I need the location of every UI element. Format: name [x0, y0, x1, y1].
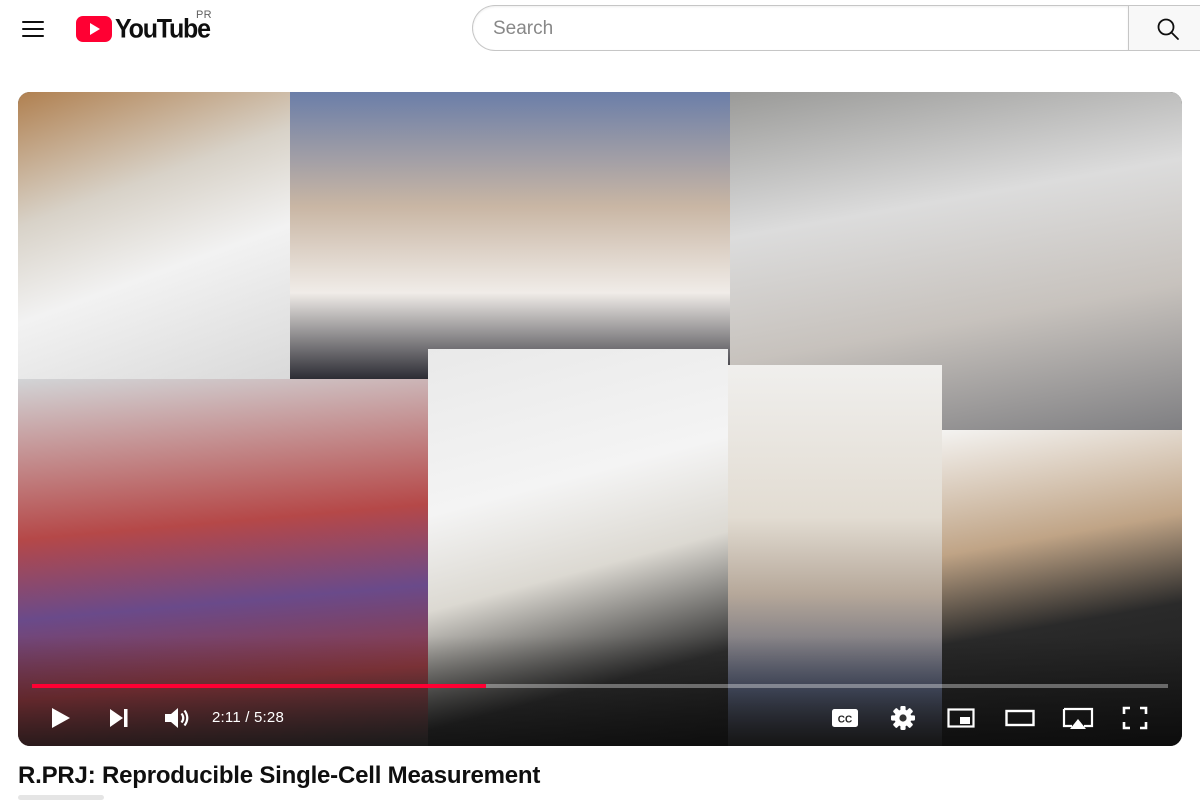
video-title: R.PRJ: Reproducible Single-Cell Measurem…: [18, 762, 541, 789]
cast-button[interactable]: [1060, 700, 1096, 736]
search-button[interactable]: [1128, 5, 1200, 51]
theater-icon: [1005, 709, 1035, 727]
search-input[interactable]: [473, 6, 1095, 52]
youtube-play-logo-icon: [76, 16, 112, 42]
video-player[interactable]: 2:11 / 5:28 CC: [18, 92, 1182, 746]
progress-fill: [32, 684, 487, 688]
play-icon: [52, 708, 70, 728]
hamburger-menu-icon[interactable]: [14, 12, 52, 46]
settings-icon: [891, 706, 915, 730]
svg-text:CC: CC: [838, 715, 852, 726]
miniplayer-icon: [947, 708, 975, 728]
cast-icon: [1062, 707, 1094, 729]
duration: 5:28: [254, 709, 284, 726]
next-icon: [110, 709, 128, 727]
progress-bar[interactable]: [32, 684, 1168, 688]
masthead: YouTube PR: [0, 0, 1200, 60]
volume-icon: [165, 708, 189, 728]
country-code: PR: [196, 9, 212, 21]
miniplayer-button[interactable]: [944, 700, 978, 736]
player-controls: 2:11 / 5:28 CC: [18, 692, 1182, 746]
fullscreen-button[interactable]: [1118, 700, 1152, 736]
settings-button[interactable]: [886, 700, 920, 736]
video-frame-lab-pipetting: [18, 92, 290, 379]
fullscreen-icon: [1122, 706, 1148, 730]
time-display: 2:11 / 5:28: [212, 709, 284, 726]
video-frame-three-students: [290, 92, 730, 379]
search-icon: [1157, 18, 1179, 40]
search-box: [472, 5, 1128, 52]
title-underline-placeholder: [18, 795, 104, 800]
theater-mode-button[interactable]: [1002, 700, 1038, 736]
captions-icon: CC: [832, 709, 858, 727]
next-button[interactable]: [104, 700, 134, 736]
mute-button[interactable]: [160, 700, 194, 736]
current-time: 2:11: [212, 709, 241, 726]
time-separator: /: [240, 709, 254, 726]
subtitles-button[interactable]: CC: [828, 700, 862, 736]
youtube-logo[interactable]: YouTube: [76, 13, 211, 44]
play-button[interactable]: [46, 700, 76, 736]
